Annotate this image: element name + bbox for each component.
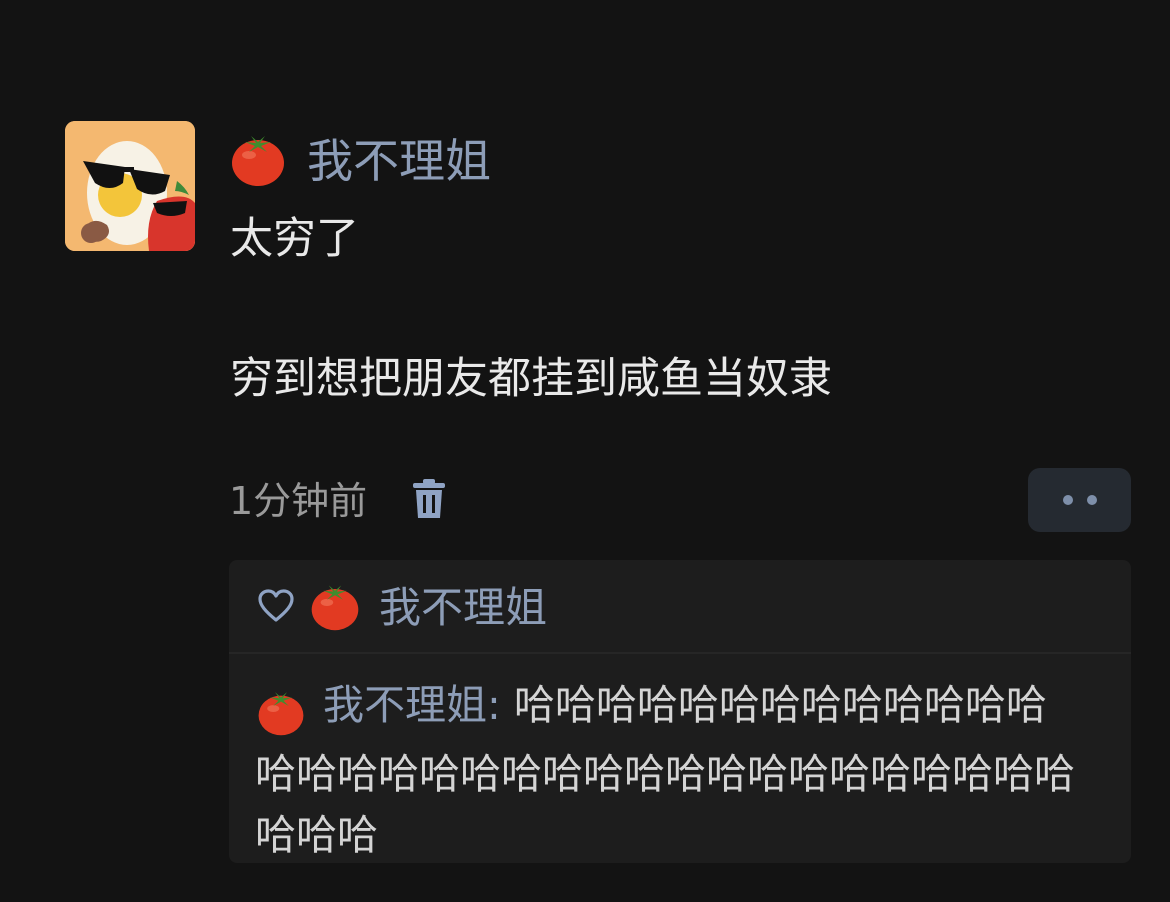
comment-item[interactable]: 我不理姐: 哈哈哈哈哈哈哈哈哈哈哈哈哈哈哈哈哈哈哈哈哈哈哈哈哈哈哈哈哈哈哈哈哈哈… xyxy=(255,675,1085,866)
divider xyxy=(229,652,1131,654)
tomato-icon xyxy=(255,689,307,737)
more-dots-icon xyxy=(1062,495,1073,505)
post-text-line-2: 穷到想把朋友都挂到咸鱼当奴隶 xyxy=(230,354,832,404)
author-row: 我不理姐 xyxy=(229,130,1129,192)
heart-outline-icon xyxy=(257,589,295,627)
avatar-image xyxy=(65,121,195,251)
comment-author[interactable]: 我不理姐 xyxy=(323,681,487,729)
likes-row: 我不理姐 xyxy=(257,580,547,636)
avatar[interactable] xyxy=(65,121,195,251)
trash-icon[interactable] xyxy=(412,478,446,524)
post-meta: 1分钟前 xyxy=(229,478,446,524)
post-body: 我不理姐 太穷了 穷到想把朋友都挂到咸鱼当奴隶 1分钟前 xyxy=(229,130,1129,520)
moments-post: 我不理姐 太穷了 穷到想把朋友都挂到咸鱼当奴隶 1分钟前 我不理姐 我不理姐: … xyxy=(0,0,1170,902)
comment-separator: : xyxy=(487,681,514,729)
like-user-name[interactable]: 我不理姐 xyxy=(379,587,547,629)
interaction-box: 我不理姐 我不理姐: 哈哈哈哈哈哈哈哈哈哈哈哈哈哈哈哈哈哈哈哈哈哈哈哈哈哈哈哈哈… xyxy=(229,560,1131,863)
post-text-line-1: 太穷了 xyxy=(230,214,359,264)
tomato-icon xyxy=(229,130,287,192)
post-time: 1分钟前 xyxy=(229,479,368,523)
author-name[interactable]: 我不理姐 xyxy=(307,138,491,184)
tomato-icon xyxy=(309,580,361,636)
more-dots-icon xyxy=(1086,495,1097,505)
more-button[interactable] xyxy=(1028,468,1131,532)
